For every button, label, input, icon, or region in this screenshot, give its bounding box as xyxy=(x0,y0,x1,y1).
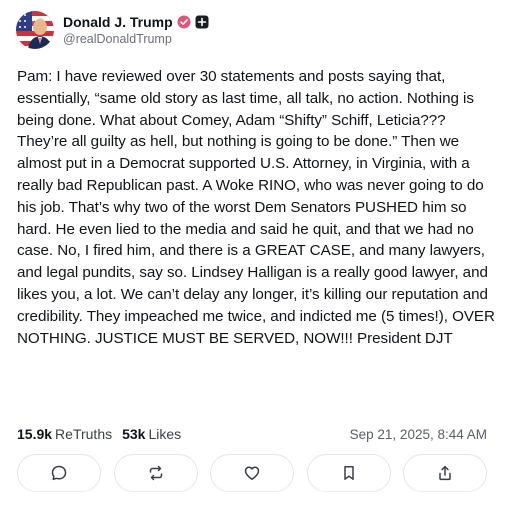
comment-icon xyxy=(50,464,68,482)
retruths-label: ReTruths xyxy=(55,426,113,442)
share-button[interactable] xyxy=(403,454,487,492)
author-handle[interactable]: @realDonaldTrump xyxy=(63,32,209,46)
author-name-row: Donald J. Trump xyxy=(63,14,209,30)
post-header: Donald J. Trump @realDonaldTrump xyxy=(16,11,209,49)
author-display-name[interactable]: Donald J. Trump xyxy=(63,14,173,30)
heart-icon xyxy=(243,464,261,482)
action-bar xyxy=(17,454,487,494)
post-text: Pam: I have reviewed over 30 statements … xyxy=(17,68,495,347)
retruths-count: 15.9k xyxy=(17,426,53,442)
verified-badge-icon xyxy=(177,15,191,29)
avatar[interactable] xyxy=(16,11,54,49)
reply-button[interactable] xyxy=(17,454,101,492)
retruth-button[interactable] xyxy=(113,454,198,492)
repost-icon xyxy=(147,464,165,482)
likes-count: 53k xyxy=(122,426,146,442)
post-card: Donald J. Trump @realDonaldTrump Pam: I … xyxy=(0,0,507,507)
likes-label: Likes xyxy=(148,426,182,442)
bookmark-icon xyxy=(340,464,358,482)
likes-stat[interactable]: 53k Likes xyxy=(122,426,181,442)
bookmark-button[interactable] xyxy=(306,454,391,492)
follow-plus-icon[interactable] xyxy=(195,15,209,29)
post-stats: 15.9k ReTruths 53k Likes Sep 21, 2025, 8… xyxy=(17,424,487,444)
like-button[interactable] xyxy=(210,454,294,492)
post-timestamp: Sep 21, 2025, 8:44 AM xyxy=(349,426,487,442)
share-icon xyxy=(436,464,454,482)
author-names: Donald J. Trump @realDonaldTrump xyxy=(63,14,209,46)
retruths-stat[interactable]: 15.9k ReTruths xyxy=(17,426,112,442)
